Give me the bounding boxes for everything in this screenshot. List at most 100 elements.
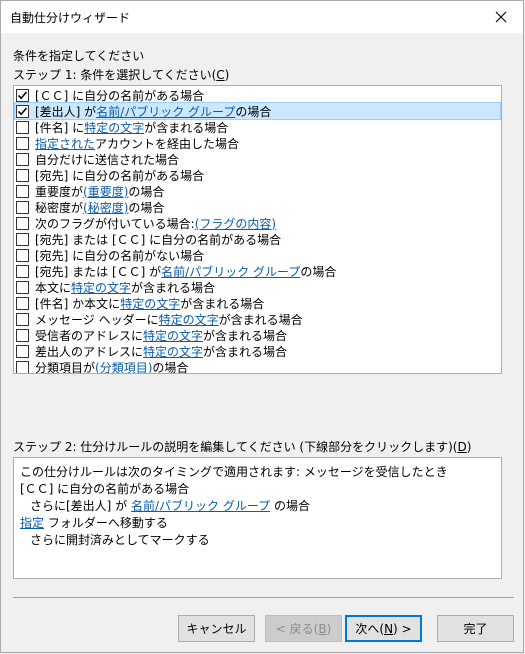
condition-text: の場合 bbox=[300, 264, 337, 279]
placeholder-link[interactable]: 特定の文字 bbox=[120, 295, 180, 312]
placeholder-link[interactable]: 特定の文字 bbox=[143, 343, 203, 360]
description-line: この仕分けルールは次のタイミングで適用されます: メッセージを受信したとき bbox=[20, 463, 448, 480]
condition-list[interactable]: [ＣＣ] に自分の名前がある場合 [差出人] が 名前/パブリック グループ の場… bbox=[13, 85, 502, 374]
condition-item[interactable]: 秘密度が (秘密度) の場合 bbox=[15, 199, 500, 215]
condition-text: [宛先] または [ＣＣ] が bbox=[35, 264, 162, 279]
condition-text: が含まれる場合 bbox=[144, 120, 229, 135]
check-icon bbox=[17, 106, 28, 115]
condition-item[interactable]: メッセージ ヘッダーに 特定の文字 が含まれる場合 bbox=[15, 311, 500, 327]
condition-item[interactable]: [ＣＣ] に自分の名前がある場合 bbox=[15, 87, 500, 103]
condition-item[interactable]: [件名] に 特定の文字 が含まれる場合 bbox=[15, 119, 500, 135]
placeholder-link[interactable]: 名前/パブリック グループ bbox=[161, 263, 300, 280]
checkbox[interactable] bbox=[16, 168, 29, 182]
checkbox[interactable] bbox=[16, 120, 29, 134]
checkbox[interactable] bbox=[16, 264, 29, 278]
condition-item[interactable]: 分類項目が (分類項目) の場合 bbox=[15, 359, 500, 374]
condition-text: [宛先] に自分の名前がない場合 bbox=[35, 248, 205, 263]
condition-text: 差出人のアドレスに bbox=[35, 344, 144, 359]
condition-text: さらに[差出人] が bbox=[30, 499, 131, 513]
condition-text: 自分だけに送信された場合 bbox=[35, 152, 180, 167]
description-line: さらに開封済みとしてマークする bbox=[30, 531, 210, 548]
finish-button[interactable]: 完了 bbox=[437, 615, 514, 642]
condition-text: さらに開封済みとしてマークする bbox=[30, 533, 210, 547]
back-button[interactable]: < 戻る(B) bbox=[265, 615, 342, 642]
placeholder-link[interactable]: (フラグの内容) bbox=[195, 215, 276, 232]
condition-item[interactable]: [差出人] が 名前/パブリック グループ の場合 bbox=[14, 102, 501, 120]
condition-text: アカウントを経由した場合 bbox=[95, 136, 240, 151]
checkbox[interactable] bbox=[16, 152, 29, 166]
condition-text: が含まれる場合 bbox=[203, 328, 288, 343]
checkbox[interactable] bbox=[16, 328, 29, 342]
condition-text: の場合 bbox=[128, 200, 165, 215]
rule-description-box[interactable]: この仕分けルールは次のタイミングで適用されます: メッセージを受信したとき [ＣＣ… bbox=[13, 457, 502, 579]
condition-item[interactable]: 自分だけに送信された場合 bbox=[15, 151, 500, 167]
description-line: [ＣＣ] に自分の名前がある場合 bbox=[20, 480, 189, 497]
close-button[interactable] bbox=[479, 1, 523, 33]
checkbox[interactable] bbox=[16, 344, 29, 358]
checkbox[interactable] bbox=[16, 232, 29, 246]
condition-text: 秘密度が bbox=[35, 200, 84, 215]
placeholder-link[interactable]: 指定 bbox=[20, 516, 44, 530]
checkbox[interactable] bbox=[16, 360, 29, 373]
condition-text: が含まれる場合 bbox=[131, 280, 216, 295]
condition-text: [ＣＣ] に自分の名前がある場合 bbox=[35, 88, 205, 103]
next-button[interactable]: 次へ(N) > bbox=[345, 615, 422, 642]
condition-text: 次のフラグが付いている場合: bbox=[35, 216, 195, 231]
placeholder-link[interactable]: 特定の文字 bbox=[143, 327, 203, 344]
prompt-label: 条件を指定してください bbox=[13, 49, 145, 63]
condition-item[interactable]: 指定された アカウントを経由した場合 bbox=[15, 135, 500, 151]
check-icon bbox=[17, 90, 28, 99]
condition-text: の場合 bbox=[128, 184, 165, 199]
condition-item[interactable]: 受信者のアドレスに 特定の文字 が含まれる場合 bbox=[15, 327, 500, 343]
checkbox-checked[interactable] bbox=[16, 88, 29, 102]
condition-text: 分類項目が bbox=[35, 360, 96, 374]
condition-item[interactable]: 本文に 特定の文字 が含まれる場合 bbox=[15, 279, 500, 295]
placeholder-link[interactable]: 特定の文字 bbox=[71, 279, 131, 296]
condition-item[interactable]: 次のフラグが付いている場合: (フラグの内容) bbox=[15, 215, 500, 231]
title-bar: 自動仕分けウィザード bbox=[1, 1, 523, 33]
condition-text: の場合 bbox=[270, 499, 310, 513]
condition-item[interactable]: 重要度が (重要度) の場合 bbox=[15, 183, 500, 199]
checkbox[interactable] bbox=[16, 136, 29, 150]
window-title: 自動仕分けウィザード bbox=[10, 11, 131, 25]
checkbox[interactable] bbox=[16, 280, 29, 294]
condition-text: [宛先] に自分の名前がある場合 bbox=[35, 168, 205, 183]
condition-text: 受信者のアドレスに bbox=[35, 328, 144, 343]
condition-item[interactable]: [宛先] に自分の名前がない場合 bbox=[15, 247, 500, 263]
condition-text: が含まれる場合 bbox=[203, 344, 288, 359]
condition-text: [差出人] が bbox=[35, 104, 97, 119]
checkbox-checked[interactable] bbox=[16, 104, 29, 118]
condition-item[interactable]: [宛先] または [ＣＣ] が 名前/パブリック グループ の場合 bbox=[15, 263, 500, 279]
placeholder-link[interactable]: 特定の文字 bbox=[159, 311, 219, 328]
condition-text: メッセージ ヘッダーに bbox=[35, 312, 159, 327]
placeholder-link[interactable]: (分類項目) bbox=[95, 359, 152, 374]
condition-item[interactable]: [件名] か本文に 特定の文字 が含まれる場合 bbox=[15, 295, 500, 311]
checkbox[interactable] bbox=[16, 216, 29, 230]
checkbox[interactable] bbox=[16, 312, 29, 326]
condition-text: の場合 bbox=[235, 104, 272, 119]
condition-text: [件名] に bbox=[35, 120, 85, 135]
placeholder-link[interactable]: (秘密度) bbox=[83, 199, 128, 216]
condition-item[interactable]: [宛先] に自分の名前がある場合 bbox=[15, 167, 500, 183]
step2-label: ステップ 2: 仕分けルールの説明を編集してください (下線部分をクリックします… bbox=[13, 440, 472, 454]
footer-separator bbox=[13, 597, 514, 598]
checkbox[interactable] bbox=[16, 248, 29, 262]
condition-text: が含まれる場合 bbox=[218, 312, 303, 327]
placeholder-link[interactable]: 指定された bbox=[35, 135, 95, 152]
condition-text: この仕分けルールは次のタイミングで適用されます: メッセージを受信したとき bbox=[20, 465, 448, 479]
condition-text: [件名] か本文に bbox=[35, 296, 121, 311]
wizard-window: 自動仕分けウィザード 条件を指定してください ステップ 1: 条件を選択してくだ… bbox=[0, 0, 524, 653]
condition-text: が含まれる場合 bbox=[180, 296, 265, 311]
condition-text: [ＣＣ] に自分の名前がある場合 bbox=[20, 482, 190, 496]
placeholder-link[interactable]: (重要度) bbox=[83, 183, 128, 200]
condition-item[interactable]: 差出人のアドレスに 特定の文字 が含まれる場合 bbox=[15, 343, 500, 359]
placeholder-link[interactable]: 名前/パブリック グループ bbox=[131, 499, 270, 513]
placeholder-link[interactable]: 特定の文字 bbox=[84, 119, 144, 136]
checkbox[interactable] bbox=[16, 296, 29, 310]
condition-item[interactable]: [宛先] または [ＣＣ] に自分の名前がある場合 bbox=[15, 231, 500, 247]
placeholder-link[interactable]: 名前/パブリック グループ bbox=[96, 103, 235, 120]
close-icon bbox=[495, 11, 507, 23]
cancel-button[interactable]: キャンセル bbox=[178, 615, 255, 642]
checkbox[interactable] bbox=[16, 200, 29, 214]
checkbox[interactable] bbox=[16, 184, 29, 198]
